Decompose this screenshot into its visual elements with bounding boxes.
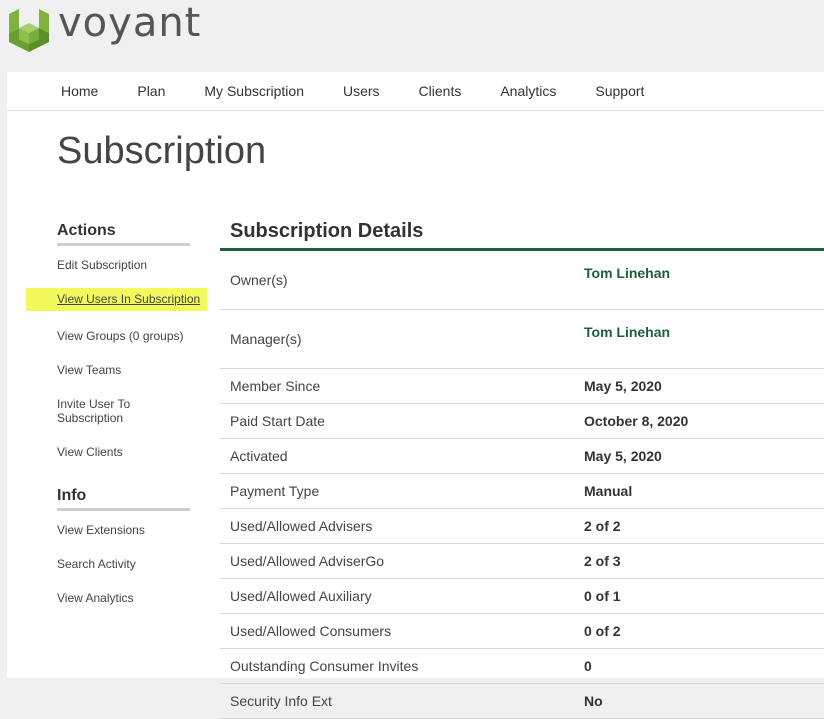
row-label: Used/Allowed Consumers	[220, 613, 584, 649]
owner-link[interactable]: Tom Linehan	[584, 251, 824, 310]
table-row: Member Since May 5, 2020	[220, 368, 824, 404]
row-label: Outstanding Consumer Invites	[220, 648, 584, 684]
table-row: Used/Allowed Advisers 2 of 2	[220, 508, 824, 544]
row-label: Manager(s)	[220, 309, 584, 369]
row-label: Used/Allowed Auxiliary	[220, 578, 584, 614]
sidebar-item-view-clients[interactable]: View Clients	[57, 445, 197, 459]
table-row: Used/Allowed Auxiliary 0 of 1	[220, 578, 824, 614]
row-label: Payment Type	[220, 473, 584, 509]
nav-support[interactable]: Support	[595, 83, 644, 99]
page-title: Subscription	[57, 130, 267, 172]
manager-link[interactable]: Tom Linehan	[584, 309, 824, 369]
nav-users[interactable]: Users	[343, 83, 380, 99]
nav-home[interactable]: Home	[61, 83, 98, 99]
row-value: Manual	[584, 473, 824, 509]
row-label: Used/Allowed Advisers	[220, 508, 584, 544]
sidebar-item-search-activity[interactable]: Search Activity	[57, 557, 197, 571]
row-value: 2 of 3	[584, 543, 824, 579]
main-page: Home Plan My Subscription Users Clients …	[7, 72, 824, 719]
row-label: Paid Start Date	[220, 403, 584, 439]
row-value: 0 of 2	[584, 613, 824, 649]
table-row: Owner(s) Tom Linehan	[220, 251, 824, 310]
table-row: Used/Allowed AdviserGo 2 of 3	[220, 543, 824, 579]
sidebar-item-view-analytics[interactable]: View Analytics	[57, 591, 197, 605]
row-label: Used/Allowed AdviserGo	[220, 543, 584, 579]
row-value: May 5, 2020	[584, 368, 824, 404]
table-row: Paid Start Date October 8, 2020	[220, 403, 824, 439]
row-label: Activated	[220, 438, 584, 474]
sidebar-item-view-teams[interactable]: View Teams	[57, 363, 197, 377]
sidebar-item-edit-subscription[interactable]: Edit Subscription	[57, 258, 197, 272]
details-heading: Subscription Details	[220, 220, 824, 251]
row-value: 0	[584, 648, 824, 684]
top-header: voyant	[0, 0, 824, 72]
table-row: Manager(s) Tom Linehan	[220, 309, 824, 369]
nav-plan[interactable]: Plan	[137, 83, 165, 99]
row-label: Member Since	[220, 368, 584, 404]
row-value: No	[584, 683, 824, 719]
row-label: Owner(s)	[220, 251, 584, 310]
sidebar-item-invite-user[interactable]: Invite User To Subscription	[57, 397, 197, 425]
row-label: Security Info Ext	[220, 683, 584, 719]
nav-analytics[interactable]: Analytics	[500, 83, 556, 99]
row-value: 2 of 2	[584, 508, 824, 544]
row-value: 0 of 1	[584, 578, 824, 614]
info-heading: Info	[57, 487, 190, 511]
actions-heading: Actions	[57, 222, 190, 246]
logo-wordmark: voyant	[58, 0, 202, 46]
subscription-details: Subscription Details Owner(s) Tom Lineha…	[220, 220, 824, 719]
row-value: May 5, 2020	[584, 438, 824, 474]
table-row: Security Info Ext No	[220, 683, 824, 719]
sidebar-item-view-users[interactable]: View Users In Subscription	[26, 288, 207, 311]
table-row: Activated May 5, 2020	[220, 438, 824, 474]
main-nav: Home Plan My Subscription Users Clients …	[7, 72, 824, 111]
table-row: Used/Allowed Consumers 0 of 2	[220, 613, 824, 649]
table-row: Outstanding Consumer Invites 0	[220, 648, 824, 684]
table-row: Payment Type Manual	[220, 473, 824, 509]
details-table: Owner(s) Tom Linehan Manager(s) Tom Line…	[220, 251, 824, 719]
nav-clients[interactable]: Clients	[419, 83, 462, 99]
sidebar-item-view-extensions[interactable]: View Extensions	[57, 523, 197, 537]
voyant-cube-icon	[9, 9, 49, 52]
sidebar: Actions Edit Subscription View Users In …	[7, 222, 207, 605]
voyant-logo[interactable]: voyant	[6, 0, 202, 52]
nav-my-subscription[interactable]: My Subscription	[204, 83, 304, 99]
row-value: October 8, 2020	[584, 403, 824, 439]
sidebar-item-view-groups[interactable]: View Groups (0 groups)	[57, 329, 197, 343]
